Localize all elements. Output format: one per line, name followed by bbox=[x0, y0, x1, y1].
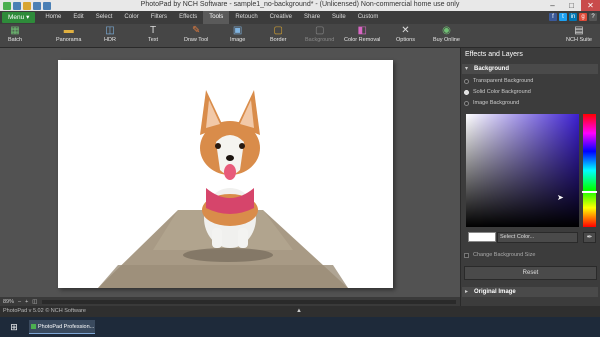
menu-button[interactable]: Menu ▾ bbox=[2, 12, 36, 23]
buy-online-icon: ◉ bbox=[442, 25, 451, 36]
color-removal-icon: ◧ bbox=[357, 25, 367, 36]
image-icon: ▣ bbox=[232, 25, 243, 36]
twitter-icon[interactable]: t bbox=[559, 13, 567, 21]
close-button[interactable]: ✕ bbox=[581, 0, 600, 11]
tab-creative[interactable]: Creative bbox=[264, 11, 298, 24]
tab-suite[interactable]: Suite bbox=[326, 11, 352, 24]
zoom-out-icon[interactable]: – bbox=[18, 299, 21, 305]
status-text: PhotoPad v 5.02 © NCH Software bbox=[3, 308, 86, 314]
hue-slider[interactable] bbox=[583, 114, 596, 227]
background-button[interactable]: ▢ Background bbox=[305, 25, 334, 43]
start-button[interactable]: ⊞ bbox=[0, 317, 28, 337]
draw-tool-button[interactable]: ✎ Draw Tool bbox=[184, 25, 208, 43]
original-image-section-header[interactable]: ▸ Original Image bbox=[462, 287, 598, 297]
eyedropper-icon: ✒ bbox=[586, 234, 593, 241]
fit-icon[interactable]: ◫ bbox=[32, 299, 37, 305]
window-title: PhotoPad by NCH Software - sample1_no-ba… bbox=[140, 1, 460, 8]
text-button[interactable]: T Text bbox=[147, 25, 159, 43]
taskbar-item-photopad[interactable]: PhotoPad Profession... bbox=[29, 320, 95, 334]
minimize-button[interactable]: – bbox=[543, 0, 562, 11]
tab-edit[interactable]: Edit bbox=[67, 11, 89, 24]
nch-suite-button[interactable]: ▤ NCH Suite bbox=[566, 25, 592, 43]
tab-retouch[interactable]: Retouch bbox=[229, 11, 263, 24]
batch-icon: ▦ bbox=[10, 25, 20, 36]
color-swatch[interactable] bbox=[468, 232, 496, 242]
options-icon: ✕ bbox=[401, 25, 410, 36]
change-background-size-checkbox[interactable]: Change Background Size bbox=[464, 252, 535, 258]
tab-color[interactable]: Color bbox=[118, 11, 144, 24]
corgi-photo bbox=[98, 90, 348, 288]
reset-button[interactable]: Reset bbox=[464, 266, 597, 280]
hdr-icon: ◫ bbox=[105, 25, 115, 36]
radio-image-background[interactable]: Image Background bbox=[464, 100, 519, 106]
google-plus-icon[interactable]: g bbox=[579, 13, 587, 21]
zoom-in-icon[interactable]: + bbox=[25, 299, 28, 305]
menu-bar: Menu ▾ Home Edit Select Color Filters Ef… bbox=[0, 11, 600, 24]
eyedropper-button[interactable]: ✒ bbox=[583, 232, 596, 243]
tab-select[interactable]: Select bbox=[90, 11, 119, 24]
zoom-bar: 89% – + ◫ bbox=[0, 297, 460, 306]
border-icon: ▢ bbox=[273, 25, 283, 36]
status-bar: PhotoPad v 5.02 © NCH Software ▲ bbox=[0, 306, 600, 317]
batch-button[interactable]: ▦ Batch bbox=[8, 25, 22, 43]
panorama-button[interactable]: ▬ Panorama bbox=[56, 25, 81, 43]
horizontal-scrollbar[interactable] bbox=[41, 299, 456, 304]
panel-title: Effects and Layers bbox=[465, 51, 523, 58]
photopad-icon bbox=[31, 324, 36, 329]
chevron-down-icon: ▾ bbox=[465, 66, 469, 72]
background-section-header[interactable]: ▾ Background bbox=[462, 64, 598, 74]
checkbox-icon bbox=[464, 252, 469, 258]
tab-filters[interactable]: Filters bbox=[145, 11, 173, 24]
tab-effects[interactable]: Effects bbox=[173, 11, 203, 24]
background-icon: ▢ bbox=[314, 25, 325, 36]
options-button[interactable]: ✕ Options bbox=[396, 25, 415, 43]
buy-online-button[interactable]: ◉ Buy Online bbox=[433, 25, 460, 43]
windows-taskbar: ⊞ PhotoPad Profession... bbox=[0, 317, 600, 337]
tab-tools[interactable]: Tools bbox=[203, 11, 230, 24]
color-removal-button[interactable]: ◧ Color Removal bbox=[344, 25, 380, 43]
image-canvas[interactable] bbox=[58, 60, 393, 288]
tab-home[interactable]: Home bbox=[39, 11, 67, 24]
mouse-cursor-icon: ➤ bbox=[557, 193, 564, 202]
help-icon[interactable]: ? bbox=[589, 13, 597, 21]
border-button[interactable]: ▢ Border bbox=[270, 25, 287, 43]
hue-slider-handle[interactable] bbox=[582, 191, 597, 193]
image-workspace[interactable] bbox=[0, 48, 460, 297]
radio-icon bbox=[464, 78, 469, 84]
text-icon: T bbox=[149, 25, 157, 36]
image-button[interactable]: ▣ Image bbox=[230, 25, 245, 43]
draw-tool-icon: ✎ bbox=[191, 25, 201, 36]
radio-selected-icon bbox=[464, 89, 469, 95]
radio-solid-color-background[interactable]: Solid Color Background bbox=[464, 89, 531, 95]
facebook-icon[interactable]: f bbox=[549, 13, 557, 21]
radio-icon bbox=[464, 100, 469, 106]
nch-suite-icon: ▤ bbox=[574, 25, 584, 36]
tab-custom[interactable]: Custom bbox=[352, 11, 385, 24]
tab-share[interactable]: Share bbox=[298, 11, 326, 24]
chevron-right-icon: ▸ bbox=[465, 289, 469, 295]
select-color-button[interactable]: Select Color... bbox=[497, 232, 578, 243]
maximize-button[interactable]: □ bbox=[562, 0, 581, 11]
panel-toggle-icon[interactable]: ▲ bbox=[296, 306, 302, 317]
title-bar: PhotoPad by NCH Software - sample1_no-ba… bbox=[0, 0, 600, 11]
radio-transparent-background[interactable]: Transparent Background bbox=[464, 78, 533, 84]
panorama-icon: ▬ bbox=[63, 25, 74, 36]
windows-icon: ⊞ bbox=[10, 321, 18, 332]
zoom-level: 89% bbox=[3, 298, 15, 305]
linkedin-icon[interactable]: in bbox=[569, 13, 577, 21]
color-picker-field[interactable] bbox=[466, 114, 579, 227]
hdr-button[interactable]: ◫ HDR bbox=[104, 25, 116, 43]
ribbon-toolbar: ▦ Batch ▬ Panorama ◫ HDR T Text ✎ Draw T… bbox=[0, 24, 600, 48]
